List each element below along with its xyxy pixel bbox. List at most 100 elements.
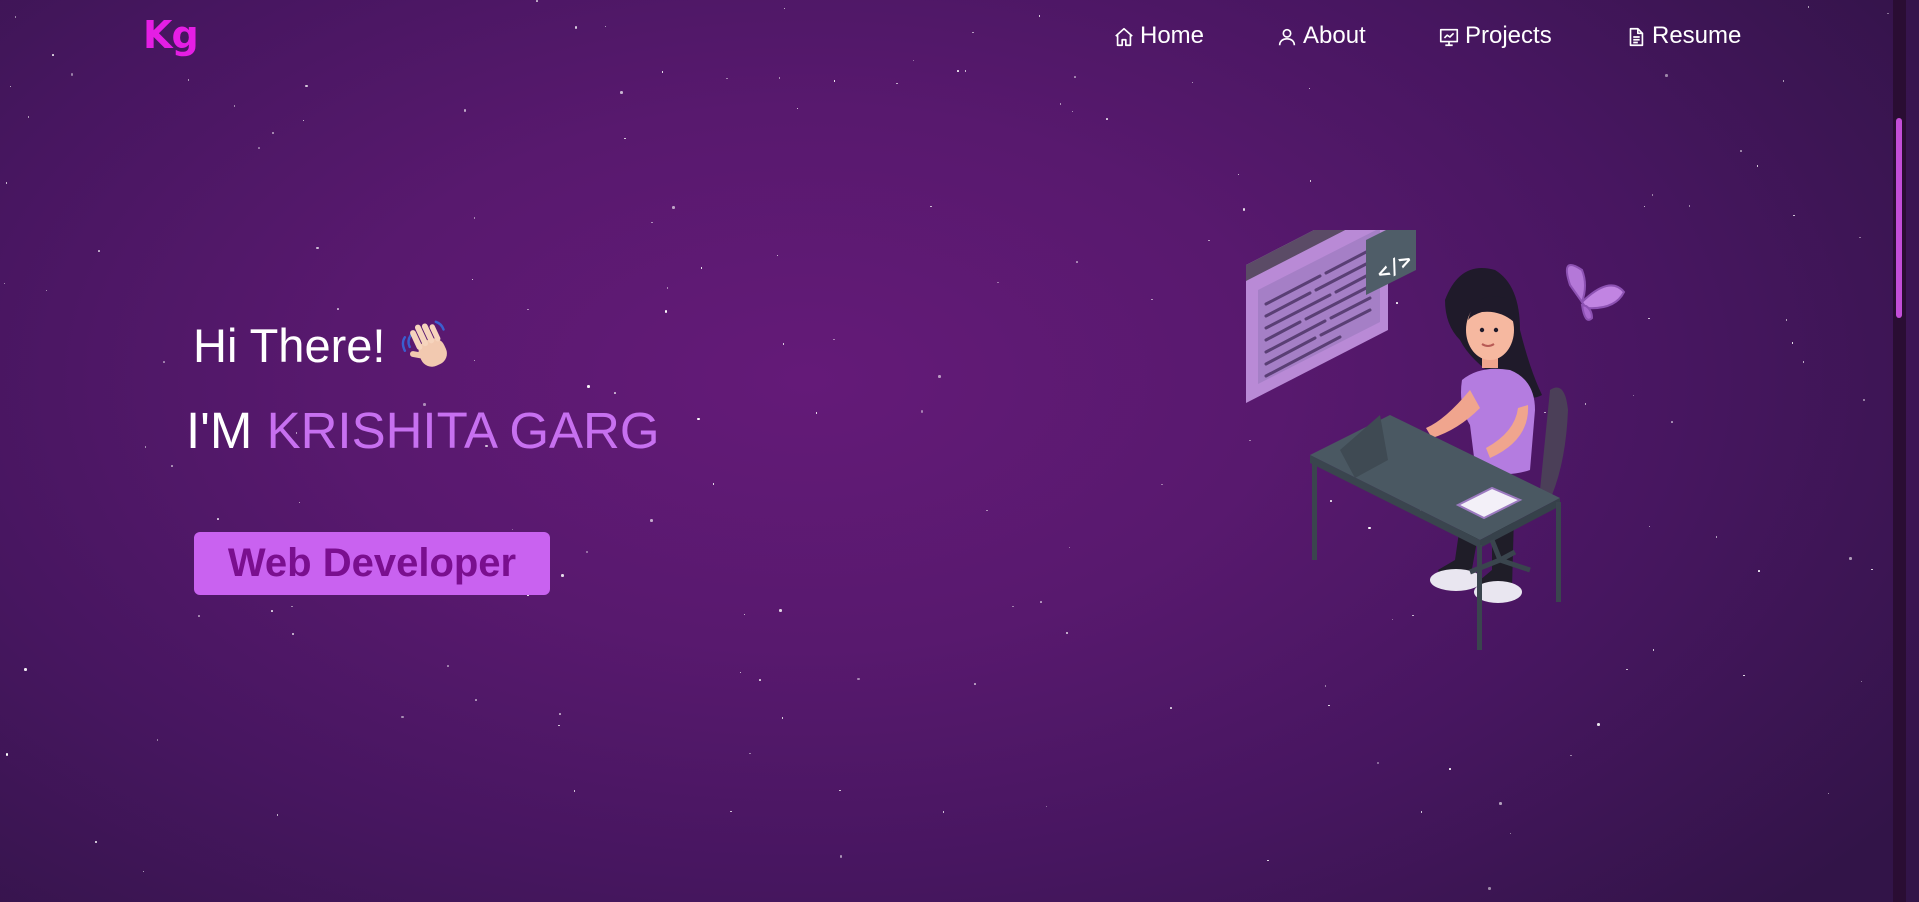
star bbox=[1827, 792, 1830, 795]
star bbox=[912, 59, 915, 62]
star bbox=[1237, 173, 1240, 176]
star bbox=[142, 870, 145, 873]
scrollbar-thumb[interactable] bbox=[1896, 118, 1902, 318]
star bbox=[276, 814, 279, 816]
star bbox=[1793, 214, 1795, 217]
star bbox=[1570, 754, 1572, 757]
star bbox=[781, 717, 784, 719]
star bbox=[1106, 118, 1108, 120]
star bbox=[1643, 205, 1646, 208]
star bbox=[475, 699, 477, 701]
star bbox=[144, 446, 147, 448]
star bbox=[1308, 87, 1311, 90]
star bbox=[986, 509, 988, 512]
star bbox=[661, 71, 664, 73]
star bbox=[1785, 319, 1788, 321]
star bbox=[938, 375, 941, 378]
star bbox=[700, 267, 703, 269]
star bbox=[942, 811, 945, 813]
star bbox=[558, 724, 560, 727]
star bbox=[1242, 208, 1246, 211]
star bbox=[24, 668, 27, 671]
star bbox=[1191, 81, 1194, 84]
star bbox=[527, 308, 529, 311]
star bbox=[997, 281, 999, 284]
star bbox=[271, 131, 275, 135]
star bbox=[666, 287, 669, 289]
document-icon bbox=[1629, 27, 1644, 47]
star bbox=[45, 289, 48, 292]
waving-hand-icon bbox=[401, 316, 459, 374]
star bbox=[1665, 74, 1668, 77]
nav-resume-link[interactable]: Resume bbox=[1625, 22, 1741, 50]
star bbox=[1740, 150, 1742, 152]
star bbox=[1671, 421, 1673, 423]
star bbox=[305, 84, 308, 88]
star bbox=[964, 70, 967, 72]
star bbox=[1324, 685, 1327, 687]
star bbox=[473, 359, 476, 362]
star bbox=[1743, 674, 1745, 677]
nav-resume-label: Resume bbox=[1652, 22, 1742, 49]
star bbox=[271, 610, 273, 612]
hero-greeting: Hi There! bbox=[193, 316, 459, 374]
nav-projects-link[interactable]: Projects bbox=[1438, 22, 1552, 50]
star bbox=[1651, 194, 1654, 196]
star bbox=[1756, 165, 1759, 167]
hero-name: KRISHITA GARG bbox=[266, 402, 660, 459]
nav-home-link[interactable]: Home bbox=[1113, 22, 1204, 50]
star bbox=[779, 609, 782, 612]
star bbox=[1376, 761, 1380, 765]
star bbox=[291, 605, 293, 608]
star bbox=[974, 683, 976, 685]
star bbox=[1151, 298, 1153, 301]
star bbox=[1074, 76, 1076, 78]
star bbox=[833, 80, 836, 82]
star bbox=[1059, 103, 1062, 105]
star bbox=[473, 217, 476, 219]
scrollbar[interactable] bbox=[1893, 0, 1906, 902]
star bbox=[1782, 80, 1785, 82]
star bbox=[27, 116, 30, 118]
presentation-icon bbox=[1439, 28, 1459, 47]
hero-name-heading: I'M KRISHITA GARG bbox=[186, 401, 660, 460]
developer-illustration: </> bbox=[1246, 230, 1626, 650]
star bbox=[1040, 601, 1042, 603]
star bbox=[171, 465, 173, 467]
star bbox=[1715, 536, 1718, 538]
star bbox=[1859, 236, 1861, 239]
star bbox=[614, 392, 616, 394]
star bbox=[1208, 239, 1210, 242]
star bbox=[98, 250, 100, 252]
navbar: Home About Projects Resume bbox=[0, 22, 1906, 52]
star bbox=[52, 54, 54, 56]
role-typewriter-box: Web Developer bbox=[194, 532, 550, 595]
star bbox=[1849, 557, 1852, 560]
star bbox=[447, 665, 449, 667]
star bbox=[782, 343, 785, 345]
star bbox=[1449, 768, 1451, 770]
star bbox=[896, 82, 898, 85]
star bbox=[1626, 668, 1628, 671]
star bbox=[1871, 568, 1873, 571]
star bbox=[857, 677, 860, 681]
star bbox=[796, 107, 799, 110]
star bbox=[1012, 605, 1014, 608]
star bbox=[697, 417, 700, 421]
star bbox=[70, 73, 74, 76]
star bbox=[156, 739, 159, 741]
star bbox=[620, 91, 623, 94]
home-icon bbox=[1115, 27, 1133, 47]
nav-about-link[interactable]: About bbox=[1276, 22, 1366, 50]
star bbox=[1499, 802, 1502, 805]
star bbox=[94, 840, 98, 843]
nav-about-label: About bbox=[1303, 22, 1366, 49]
star bbox=[3, 282, 6, 285]
star bbox=[401, 715, 404, 719]
star bbox=[815, 412, 818, 414]
star bbox=[957, 70, 959, 72]
star bbox=[776, 254, 779, 257]
star bbox=[1648, 525, 1651, 528]
star bbox=[1065, 631, 1068, 635]
star bbox=[561, 574, 564, 577]
